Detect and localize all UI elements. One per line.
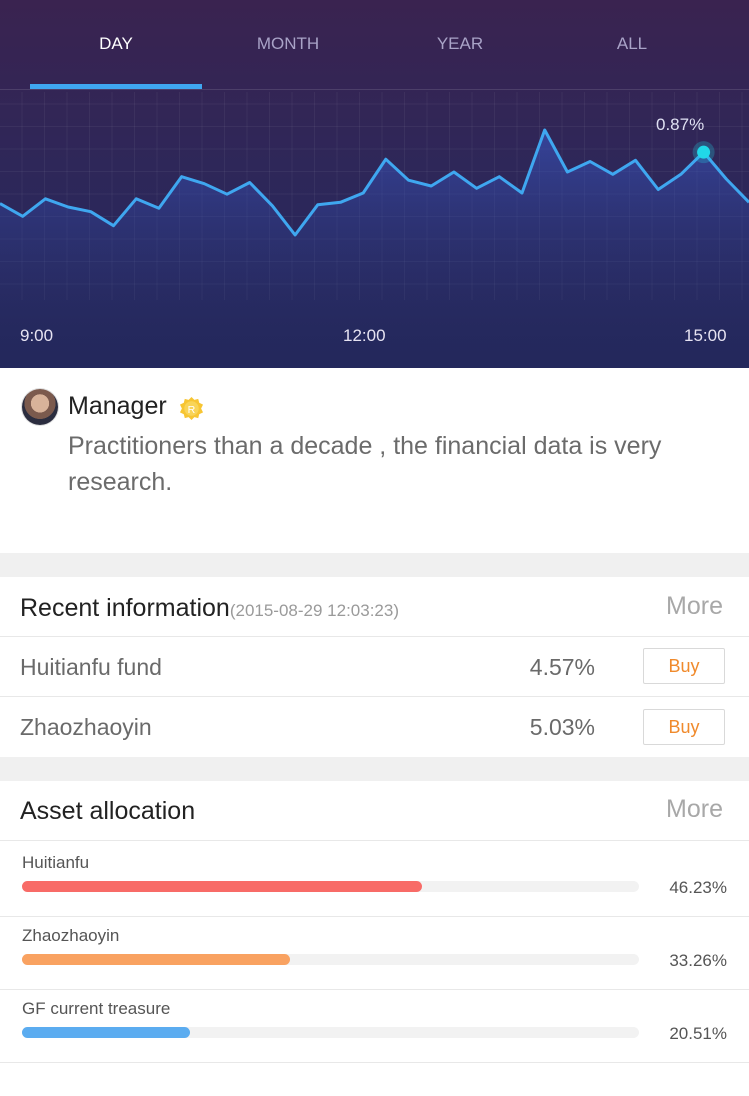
fund-percent: 4.57%: [529, 654, 595, 680]
asset-name: GF current treasure: [22, 999, 171, 1018]
row-divider: [0, 989, 749, 990]
buy-button[interactable]: Buy: [643, 709, 725, 745]
recent-info-title: Recent information: [20, 594, 230, 622]
recent-info-timestamp: (2015-08-29 12:03:23): [229, 601, 400, 620]
row-divider: [0, 636, 749, 637]
asset-allocation-title: Asset allocation: [20, 797, 196, 825]
tab-year[interactable]: YEAR: [374, 34, 546, 54]
buy-button[interactable]: Buy: [643, 648, 725, 684]
row-divider: [0, 1062, 749, 1063]
tab-day[interactable]: DAY: [30, 34, 202, 54]
tab-all[interactable]: ALL: [546, 34, 718, 54]
section-divider: [0, 757, 749, 781]
allocation-bar: [22, 1027, 190, 1038]
asset-percent: 20.51%: [669, 1024, 727, 1043]
performance-chart-panel: DAY MONTH YEAR ALL 0.87% 9:00 12:00 15:0…: [0, 0, 749, 368]
row-divider: [0, 840, 749, 841]
row-divider: [0, 696, 749, 697]
allocation-bar-track: [22, 1027, 639, 1038]
fund-percent: 5.03%: [529, 714, 595, 740]
recent-info-heading: Recent information(2015-08-29 12:03:23): [20, 594, 399, 623]
manager-description: Practitioners than a decade , the financ…: [68, 432, 662, 496]
asset-percent: 46.23%: [669, 878, 727, 897]
asset-percent: 33.26%: [669, 951, 727, 970]
svg-text:R: R: [188, 404, 196, 416]
manager-name: Manager: [68, 392, 167, 420]
x-tick-label: 9:00: [20, 326, 54, 345]
allocation-bar: [22, 954, 290, 965]
verified-badge-icon: R: [179, 396, 204, 421]
x-tick-label: 12:00: [343, 326, 386, 345]
asset-name: Zhaozhaoyin: [22, 926, 120, 945]
highlight-marker[interactable]: [697, 145, 711, 159]
allocation-bar-track: [22, 881, 639, 892]
peak-value-label: 0.87%: [656, 115, 705, 134]
period-tabs: DAY MONTH YEAR ALL: [0, 0, 749, 90]
asset-more-link[interactable]: More: [666, 795, 723, 824]
fund-name: Zhaozhaoyin: [20, 714, 152, 740]
recent-more-link[interactable]: More: [666, 592, 723, 621]
tab-month[interactable]: MONTH: [202, 34, 374, 54]
allocation-bar-track: [22, 954, 639, 965]
tabs-divider: [0, 89, 749, 90]
asset-name: Huitianfu: [22, 853, 90, 872]
row-divider: [0, 916, 749, 917]
x-tick-label: 15:00: [684, 326, 727, 345]
section-divider: [0, 553, 749, 577]
avatar[interactable]: [22, 389, 58, 425]
allocation-bar: [22, 881, 422, 892]
fund-name: Huitianfu fund: [20, 654, 162, 680]
